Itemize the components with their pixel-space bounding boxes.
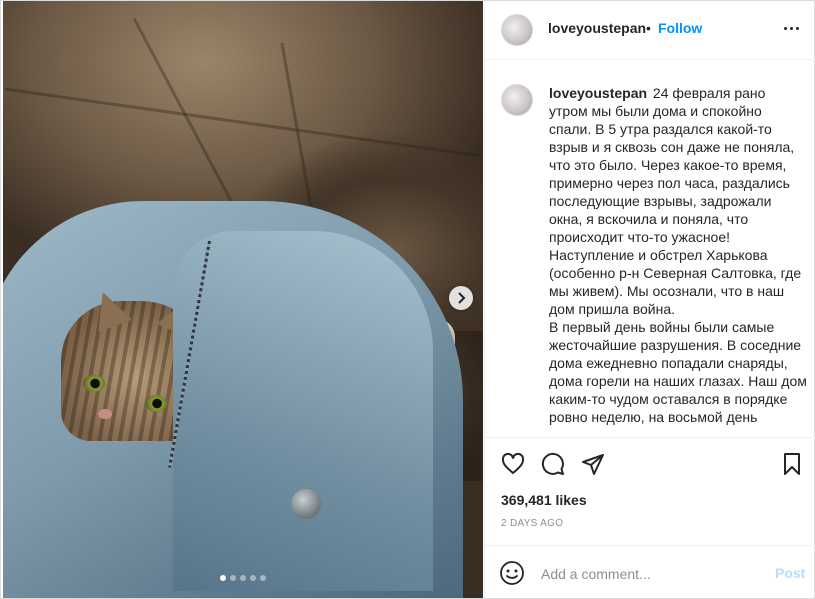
paper-plane-icon <box>582 454 604 475</box>
cat-eye <box>83 375 105 392</box>
next-photo-button[interactable] <box>449 286 473 310</box>
carousel-dot <box>260 575 266 581</box>
avatar[interactable] <box>501 14 533 46</box>
emoji-icon[interactable] <box>499 560 525 586</box>
more-options-icon[interactable] <box>779 18 803 38</box>
carousel-indicator <box>3 575 483 581</box>
post-comment-button[interactable]: Post <box>775 565 805 581</box>
chevron-right-icon <box>458 292 466 304</box>
bullet-separator: • <box>646 20 651 36</box>
comment-input[interactable] <box>539 562 763 586</box>
carousel-dot <box>220 575 226 581</box>
likes-count[interactable]: 369,481 likes <box>501 492 587 508</box>
save-button[interactable] <box>778 450 806 478</box>
cat-eye <box>145 395 167 412</box>
share-button[interactable] <box>579 450 607 478</box>
caption-text: 24 февраля рано утром мы были дома и спо… <box>549 85 807 425</box>
post-photo[interactable] <box>3 1 483 598</box>
comment-icon <box>541 452 564 475</box>
post-sidebar: loveyoustepan • Follow loveyoustepan 24 … <box>484 1 815 598</box>
comment-bar: Post <box>485 545 815 599</box>
follow-button[interactable]: Follow <box>658 20 702 36</box>
action-bar <box>485 439 815 489</box>
caption: loveyoustepan 24 февраля рано утром мы б… <box>549 84 807 426</box>
post-header: loveyoustepan • Follow <box>485 1 815 60</box>
bookmark-icon <box>784 453 800 475</box>
carousel-dot <box>240 575 246 581</box>
jacket-fold <box>173 231 433 591</box>
cat-nose <box>98 409 112 419</box>
instagram-post: loveyoustepan • Follow loveyoustepan 24 … <box>0 0 815 599</box>
tent-seam <box>5 87 481 158</box>
caption-scroll-area[interactable]: loveyoustepan 24 февраля рано утром мы б… <box>485 60 815 438</box>
carousel-dot <box>230 575 236 581</box>
caption-avatar[interactable] <box>501 84 533 116</box>
comment-button[interactable] <box>539 450 567 478</box>
like-button[interactable] <box>499 450 527 478</box>
caption-username[interactable]: loveyoustepan <box>549 85 647 101</box>
jacket-button <box>291 489 321 519</box>
post-date[interactable]: 2 DAYS AGO <box>501 518 563 529</box>
heart-icon <box>501 452 525 474</box>
carousel-dot <box>250 575 256 581</box>
username-link[interactable]: loveyoustepan <box>548 20 646 36</box>
